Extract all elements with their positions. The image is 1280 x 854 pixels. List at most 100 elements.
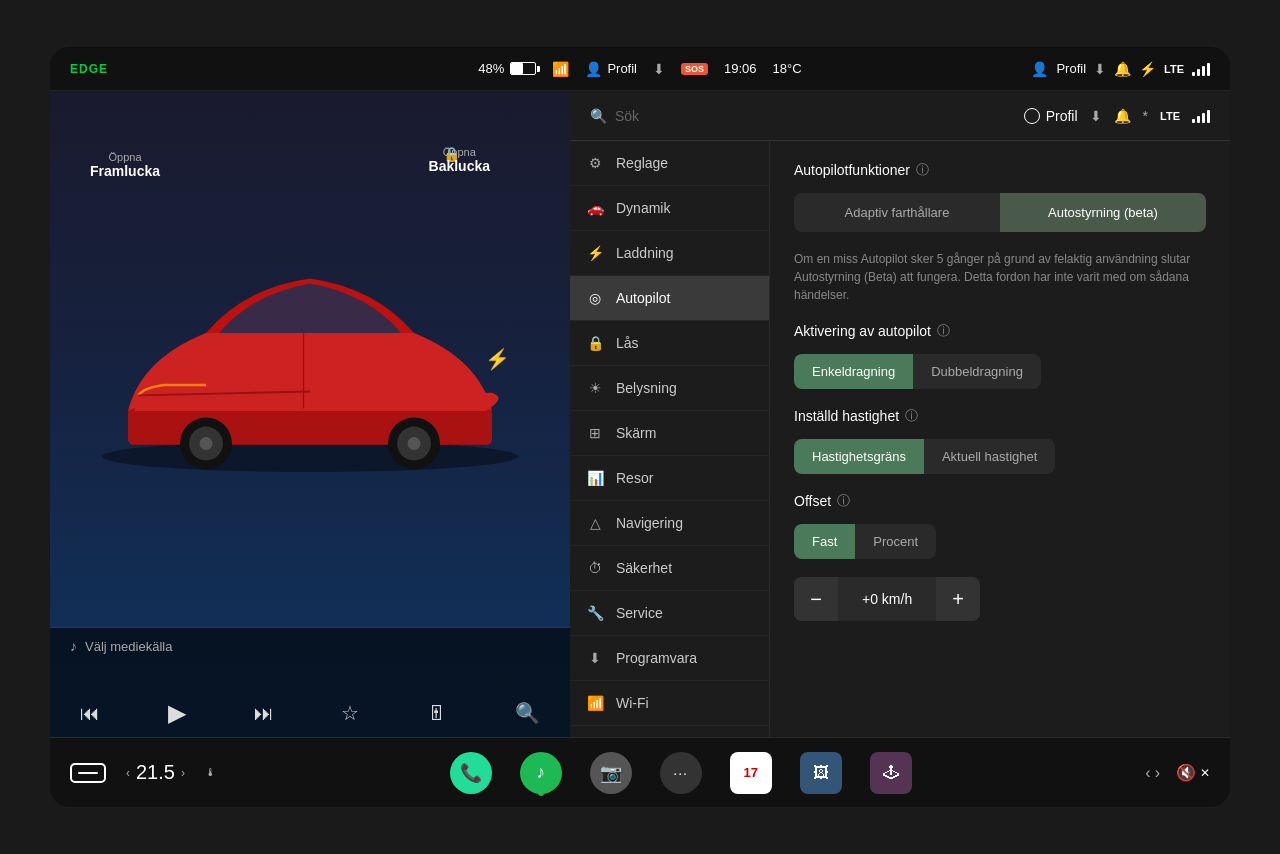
menu-item-skarm[interactable]: ⊞ Skärm: [570, 411, 769, 456]
bluetooth-icon-search[interactable]: *: [1143, 108, 1148, 124]
prev-button[interactable]: ⏮: [80, 702, 100, 725]
temperature-control[interactable]: ‹ 21.5 ›: [126, 761, 185, 784]
aktuell-hastighet-btn[interactable]: Aktuell hastighet: [924, 439, 1055, 474]
car-image-area: ⚡: [50, 91, 570, 627]
menu-item-sakerhet[interactable]: ⏱ Säkerhet: [570, 546, 769, 591]
profile-label-search: Profil: [1046, 108, 1078, 124]
autopilot-label: Autopilot: [616, 290, 670, 306]
autopilot-function-group: Adaptiv farthållare Autostyrning (beta): [794, 193, 1206, 232]
autostyrning-btn[interactable]: Autostyrning (beta): [1000, 193, 1206, 232]
next-button[interactable]: ⏭: [254, 702, 274, 725]
svg-point-7: [408, 437, 421, 450]
menu-item-resor[interactable]: 📊 Resor: [570, 456, 769, 501]
skarm-label: Skärm: [616, 425, 656, 441]
search-input-area[interactable]: 🔍 Sök: [590, 108, 1024, 124]
autopilot-info-icon[interactable]: ⓘ: [916, 161, 929, 179]
menu-item-las[interactable]: 🔒 Lås: [570, 321, 769, 366]
reglage-label: Reglage: [616, 155, 668, 171]
equalizer-button[interactable]: 🎚: [427, 702, 447, 725]
speed-stepper: − +0 km/h +: [794, 577, 980, 621]
speed-info-icon[interactable]: ⓘ: [905, 407, 918, 425]
las-icon: 🔒: [586, 335, 604, 351]
hastighetsgrans-btn[interactable]: Hastighetsgräns: [794, 439, 924, 474]
menu-item-dynamik[interactable]: 🚗 Dynamik: [570, 186, 769, 231]
person-icon-right: 👤: [1031, 61, 1048, 77]
offset-info-icon[interactable]: ⓘ: [837, 492, 850, 510]
service-label: Service: [616, 605, 663, 621]
gallery-button[interactable]: 🖼: [800, 752, 842, 794]
search-right-icons: Profil ⬇ 🔔 * LTE: [1024, 108, 1210, 124]
search-bar: 🔍 Sök Profil ⬇ 🔔 * LTE: [570, 91, 1230, 141]
laddning-label: Laddning: [616, 245, 674, 261]
play-button[interactable]: ▶: [168, 699, 186, 727]
enkeldragning-btn[interactable]: Enkeldragning: [794, 354, 913, 389]
menu-item-laddning[interactable]: ⚡ Laddning: [570, 231, 769, 276]
dubbeldragning-btn[interactable]: Dubbeldragning: [913, 354, 1041, 389]
sakerhet-icon: ⏱: [586, 560, 604, 576]
offset-section-title: Offset ⓘ: [794, 492, 1206, 510]
offset-label: Offset: [794, 493, 831, 509]
status-left: EDGE: [70, 62, 270, 76]
download-icon-status: ⬇: [653, 61, 665, 77]
camera-button[interactable]: 📷: [590, 752, 632, 794]
programvara-icon: ⬇: [586, 650, 604, 666]
temp-chevron-left[interactable]: ‹: [126, 766, 130, 780]
nav-forward-button[interactable]: ›: [1155, 764, 1160, 782]
joystick-button[interactable]: 🕹: [870, 752, 912, 794]
signal-bar-3: [1202, 66, 1205, 76]
fast-btn[interactable]: Fast: [794, 524, 855, 559]
stepper-minus[interactable]: −: [794, 577, 838, 621]
download-icon-right: ⬇: [1094, 61, 1106, 77]
download-icon-search[interactable]: ⬇: [1090, 108, 1102, 124]
signal-bar-4: [1207, 63, 1210, 76]
spotify-button[interactable]: ♪: [520, 752, 562, 794]
spotify-dot: [538, 790, 544, 796]
menu-item-navigering[interactable]: △ Navigering: [570, 501, 769, 546]
more-button[interactable]: ···: [660, 752, 702, 794]
menu-item-belysning[interactable]: ☀ Belysning: [570, 366, 769, 411]
autopilot-section-title: Autopilotfunktioner ⓘ: [794, 161, 1206, 179]
activation-btn-group: Enkeldragning Dubbeldragning: [794, 354, 1206, 389]
menu-item-autopilot[interactable]: ◎ Autopilot: [570, 276, 769, 321]
status-right: 👤 Profil ⬇ 🔔 ⚡ LTE: [1010, 61, 1210, 77]
dynamik-icon: 🚗: [586, 200, 604, 216]
menu-item-service[interactable]: 🔧 Service: [570, 591, 769, 636]
volume-area[interactable]: 🔇 ✕: [1176, 763, 1210, 782]
bell-icon-search[interactable]: 🔔: [1114, 108, 1131, 124]
stepper-value: +0 km/h: [838, 591, 936, 607]
time: 19:06: [724, 61, 757, 76]
activation-info-icon[interactable]: ⓘ: [937, 322, 950, 340]
search-media-button[interactable]: 🔍: [515, 701, 540, 725]
lte-label-search: LTE: [1160, 110, 1180, 122]
menu-item-reglage[interactable]: ⚙ Reglage: [570, 141, 769, 186]
favorite-button[interactable]: ☆: [341, 701, 359, 725]
taskbar-right: ‹ › 🔇 ✕: [1145, 763, 1210, 782]
profile-area-status[interactable]: 👤 Profil: [585, 61, 637, 77]
navigering-label: Navigering: [616, 515, 683, 531]
adaptiv-btn[interactable]: Adaptiv farthållare: [794, 193, 1000, 232]
calendar-date: 17: [743, 765, 757, 780]
temp-chevron-right[interactable]: ›: [181, 766, 185, 780]
menu-item-programvara[interactable]: ⬇ Programvara: [570, 636, 769, 681]
procent-btn[interactable]: Procent: [855, 524, 936, 559]
status-center: 48% 📶 👤 Profil ⬇ SOS 19:06 18°C: [270, 61, 1010, 77]
calendar-button[interactable]: 17: [730, 752, 772, 794]
profile-area-top[interactable]: Profil: [1024, 108, 1078, 124]
music-note-icon: ♪: [70, 638, 77, 654]
phone-button[interactable]: 📞: [450, 752, 492, 794]
autopilot-functions-label: Autopilotfunktioner: [794, 162, 910, 178]
laddning-icon: ⚡: [586, 245, 604, 261]
car-icon-button[interactable]: [70, 763, 106, 783]
stepper-plus[interactable]: +: [936, 577, 980, 621]
search-icon: 🔍: [590, 108, 607, 124]
sb4: [1207, 110, 1210, 123]
bluetooth-icon: ⚡: [1139, 61, 1156, 77]
speed-btn-group: Hastighetsgräns Aktuell hastighet: [794, 439, 1206, 474]
belysning-icon: ☀: [586, 380, 604, 396]
taskbar: ‹ 21.5 › 🌡 📞 ♪ 📷 ··· 17 🖼 🕹 ‹: [50, 737, 1230, 807]
wifi-label: Wi-Fi: [616, 695, 649, 711]
temp-value: 21.5: [136, 761, 175, 784]
nav-back-button[interactable]: ‹: [1145, 764, 1150, 782]
menu-item-wifi[interactable]: 📶 Wi-Fi: [570, 681, 769, 726]
battery-percent: 48%: [478, 61, 504, 76]
